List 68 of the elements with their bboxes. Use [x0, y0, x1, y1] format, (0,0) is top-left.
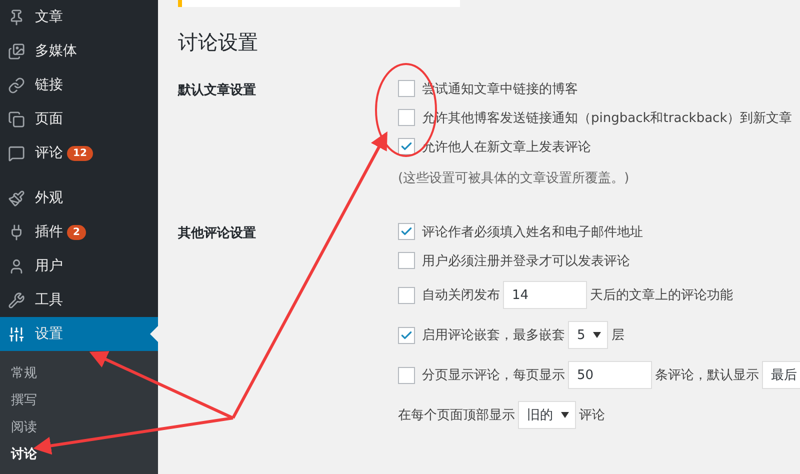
menu-label: 工具 — [35, 291, 63, 309]
menu-label: 插件 — [35, 223, 63, 241]
speech-bubble-icon — [8, 144, 25, 162]
count-badge: 12 — [67, 146, 93, 160]
submenu-item[interactable]: 撰写 — [0, 386, 158, 413]
menu-item[interactable]: 工具 — [0, 283, 158, 317]
option-label: 分页显示评论，每页显示 — [422, 367, 565, 384]
checkbox[interactable] — [398, 223, 415, 240]
menu-item[interactable]: 设置 — [0, 317, 158, 351]
count-badge: 2 — [67, 224, 86, 240]
section-label: 其他评论设置 — [178, 225, 257, 242]
pages-icon — [8, 110, 25, 128]
menu-item[interactable]: 链接 — [0, 68, 158, 102]
link-icon — [8, 76, 25, 94]
number-field[interactable]: 50 — [568, 361, 652, 389]
checkbox[interactable] — [398, 252, 415, 269]
check-icon — [400, 140, 413, 153]
menu-item[interactable]: 页面 — [0, 102, 158, 136]
section-label: 默认文章设置 — [178, 82, 257, 99]
option-label: 自动关闭发布 — [422, 287, 500, 304]
menu-label: 链接 — [35, 76, 63, 94]
menu-label: 多媒体 — [35, 42, 77, 60]
checkbox[interactable] — [398, 366, 415, 384]
submenu-item[interactable]: 讨论 — [0, 440, 158, 467]
wrench-icon — [8, 292, 25, 308]
menu-label: 外观 — [35, 189, 63, 207]
paintbrush-icon — [8, 190, 25, 206]
menu-item[interactable]: 文章 — [0, 0, 158, 34]
checkbox[interactable] — [398, 109, 415, 126]
option-label: 天后的文章上的评论功能 — [590, 287, 733, 304]
check-icon — [400, 328, 413, 342]
check-icon — [400, 225, 413, 238]
dropdown[interactable]: 5 — [568, 321, 608, 349]
option-label: 层 — [611, 327, 624, 344]
submenu-item[interactable]: 常规 — [0, 359, 158, 386]
images-icon — [8, 42, 25, 60]
option-label: 评论作者必须填入姓名和电子邮件地址 — [422, 224, 643, 240]
dropdown[interactable]: 旧的 — [518, 401, 576, 429]
caret-icon — [593, 332, 602, 338]
menu-item[interactable]: 插件 2 — [0, 215, 158, 249]
checkbox[interactable] — [398, 80, 415, 97]
menu-item[interactable]: 评论 12 — [0, 136, 158, 170]
pin-icon — [8, 8, 25, 26]
option-label: 条评论，默认显示 — [655, 367, 759, 384]
user-icon — [8, 258, 25, 274]
checkbox[interactable] — [398, 138, 415, 155]
menu-item[interactable]: 多媒体 — [0, 34, 158, 68]
menu-label: 页面 — [35, 110, 63, 128]
page-title: 讨论设置 — [178, 29, 259, 56]
menu-label: 评论 — [35, 144, 63, 162]
menu-label: 设置 — [35, 325, 63, 343]
checkbox[interactable] — [398, 286, 415, 304]
option-label: 评论 — [579, 407, 605, 424]
option-label: 启用评论嵌套，最多嵌套 — [422, 327, 565, 344]
checkbox[interactable] — [398, 326, 415, 344]
option-label: 在每个页面顶部显示 — [398, 407, 515, 424]
menu-item[interactable]: 外观 — [0, 181, 158, 215]
settings-icon — [8, 326, 25, 342]
option-label: 用户必须注册并登录才可以发表评论 — [422, 252, 630, 270]
caret-icon — [561, 412, 569, 418]
menu-label: 文章 — [35, 8, 63, 26]
submenu-item[interactable]: 阅读 — [0, 413, 158, 440]
dropdown[interactable]: 最后 — [762, 361, 800, 389]
menu-label: 用户 — [35, 257, 63, 275]
option-label: 允许其他博客发送链接通知（pingback和trackback）到新文章 — [422, 110, 792, 126]
number-field[interactable]: 14 — [503, 281, 587, 309]
menu-item[interactable]: 用户 — [0, 249, 158, 283]
hint-text: (这些设置可被具体的文章设置所覆盖。) — [398, 170, 630, 187]
